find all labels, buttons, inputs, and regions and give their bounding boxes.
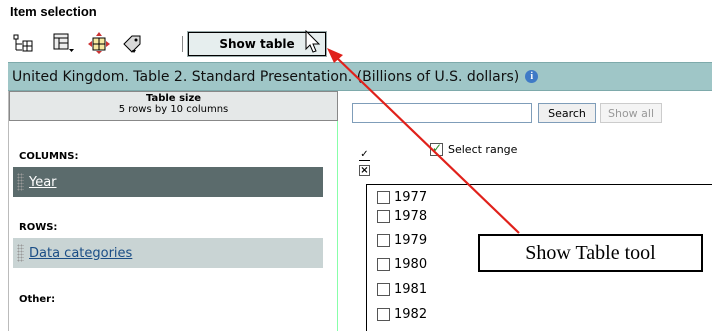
drag-handle[interactable] <box>17 173 24 191</box>
checkbox-icon[interactable] <box>377 282 390 296</box>
select-range-checkbox[interactable]: Select range <box>430 141 518 156</box>
toolbar: Show table <box>12 30 342 60</box>
columns-label: COLUMNS: <box>19 151 79 162</box>
table-title-bar: United Kingdom. Table 2. Standard Presen… <box>8 62 712 91</box>
search-button[interactable]: Search <box>538 103 596 123</box>
year-label: 1982 <box>394 306 428 322</box>
table-title: United Kingdom. Table 2. Standard Presen… <box>12 68 520 85</box>
table-size-box: Table size 5 rows by 10 columns <box>9 91 338 121</box>
layout-icon[interactable] <box>12 32 36 54</box>
item-list-panel: Search Show all ✓ × Select range 1977 19… <box>339 91 712 331</box>
table-size-value: 5 rows by 10 columns <box>118 104 229 115</box>
dimension-panel: Table size 5 rows by 10 columns COLUMNS:… <box>8 91 338 331</box>
list-item[interactable]: 1980 <box>377 255 427 273</box>
show-all-button[interactable]: Show all <box>600 103 662 123</box>
year-label: 1977 <box>394 189 428 205</box>
row-item-label[interactable]: Data categories <box>29 246 132 261</box>
year-label: 1980 <box>394 256 428 272</box>
move-icon[interactable] <box>88 32 112 54</box>
checkbox-icon[interactable] <box>377 190 390 204</box>
year-label: 1978 <box>394 208 428 224</box>
checkbox-icon[interactable] <box>377 209 390 223</box>
checkbox-icon[interactable] <box>377 307 390 321</box>
year-label: 1981 <box>394 281 428 297</box>
check-all-icon[interactable]: ✓ <box>359 150 370 161</box>
year-label: 1979 <box>394 232 428 248</box>
uncheck-all-icon[interactable]: × <box>359 165 370 176</box>
list-item[interactable]: 1981 <box>377 280 427 298</box>
column-item-year[interactable]: Year <box>13 167 323 197</box>
list-item[interactable]: 1979 <box>377 231 427 249</box>
list-item[interactable]: 1982 <box>377 305 427 323</box>
search-input[interactable] <box>352 103 532 123</box>
drag-handle[interactable] <box>17 244 24 262</box>
table-size-label: Table size <box>145 93 202 104</box>
annotation-callout: Show Table tool <box>478 234 703 272</box>
list-item[interactable]: 1977 <box>377 188 427 206</box>
tag-icon[interactable] <box>120 32 144 54</box>
select-range-label: Select range <box>448 143 518 156</box>
item-selection-title: Item selection <box>10 4 97 19</box>
table-layout-icon[interactable] <box>52 32 76 54</box>
mouse-cursor-icon <box>305 29 325 56</box>
checkbox-checked-icon[interactable] <box>430 141 443 156</box>
info-icon[interactable]: i <box>525 70 539 83</box>
row-item-data-categories[interactable]: Data categories <box>13 238 323 268</box>
column-item-label[interactable]: Year <box>29 175 57 190</box>
list-item[interactable]: 1978 <box>377 207 427 225</box>
toolbar-separator <box>182 36 183 52</box>
rows-label: ROWS: <box>19 222 58 233</box>
checkbox-icon[interactable] <box>377 233 390 247</box>
checkbox-icon[interactable] <box>377 257 390 271</box>
other-label: Other: <box>19 294 56 305</box>
